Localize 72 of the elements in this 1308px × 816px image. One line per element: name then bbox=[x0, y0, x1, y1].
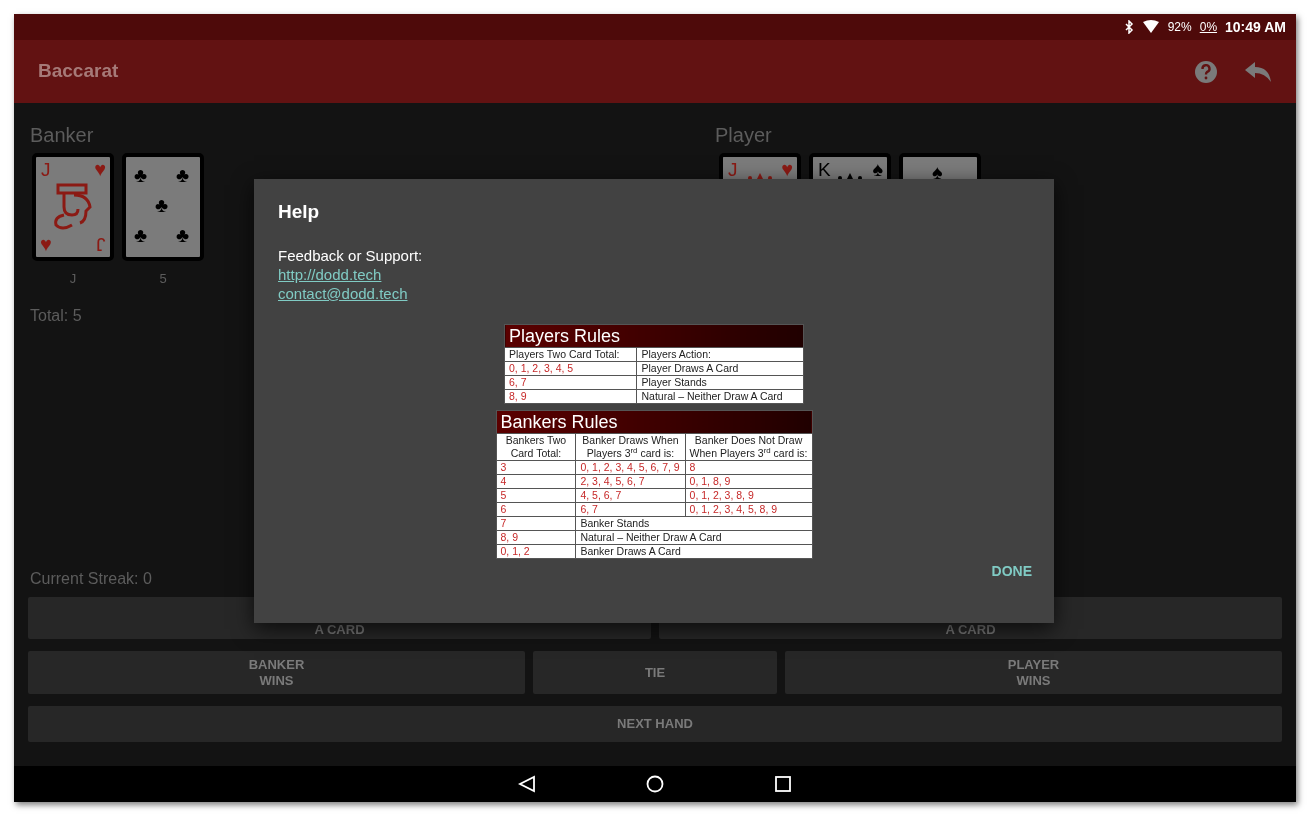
back-icon[interactable] bbox=[518, 775, 536, 793]
table-cell: 3 bbox=[496, 460, 576, 475]
table-cell: Player Stands bbox=[636, 375, 804, 390]
suit-symbol: ♣ bbox=[176, 165, 190, 185]
table-cell: 6, 7 bbox=[504, 375, 637, 390]
table-cell: 8, 9 bbox=[496, 530, 576, 545]
column-header: Banker Does Not Draw When Players 3$^{rd}$ card is: bbox=[685, 433, 812, 461]
king-figure-drawing bbox=[745, 173, 775, 179]
suit-symbol: ♣ bbox=[176, 225, 190, 245]
game-button[interactable]: NEXT HAND bbox=[28, 706, 1282, 742]
suit-symbol: ♣ bbox=[134, 165, 148, 185]
card-rank: J bbox=[728, 160, 738, 179]
wifi-icon bbox=[1141, 20, 1160, 34]
suit-symbol: ♣ bbox=[134, 225, 148, 245]
game-button[interactable]: BANKER WINS bbox=[28, 651, 525, 694]
feedback-label: Feedback or Support: bbox=[278, 245, 424, 265]
clock: 10:49 AM bbox=[1225, 17, 1286, 37]
table-title: Bankers Rules bbox=[496, 410, 812, 434]
table-cell: Natural – Neither Draw A Card bbox=[636, 389, 804, 404]
recents-icon[interactable] bbox=[774, 775, 792, 793]
table-cell: 8 bbox=[685, 460, 812, 475]
suit-symbol: ♠ bbox=[932, 162, 943, 182]
table-cell: 5 bbox=[496, 488, 576, 503]
app-title: Baccarat bbox=[38, 59, 120, 84]
table-cell: 7 bbox=[496, 516, 576, 531]
bluetooth-icon bbox=[1123, 20, 1134, 34]
column-header: Banker Draws When Players 3$^{rd}$ card is: bbox=[575, 433, 686, 461]
card-rank: J bbox=[95, 235, 105, 254]
battery-percent: 92% bbox=[1167, 19, 1192, 36]
link[interactable]: http://dodd.tech bbox=[278, 264, 382, 284]
table-cell: 0, 1, 8, 9 bbox=[685, 474, 812, 489]
table-cell: 2, 3, 4, 5, 6, 7 bbox=[575, 474, 686, 489]
table-cell: 0, 1, 2, 3, 4, 5 bbox=[504, 361, 637, 376]
game-button[interactable]: TIE bbox=[533, 651, 777, 694]
suit-symbol: ♥ bbox=[94, 159, 106, 179]
table-cell: Natural – Neither Draw A Card bbox=[575, 530, 812, 545]
table-cell: 4 bbox=[496, 474, 576, 489]
card-rank: J bbox=[41, 160, 51, 179]
card-label: J bbox=[68, 270, 78, 288]
banker-label: Banker bbox=[30, 123, 95, 147]
table-title: Players Rules bbox=[504, 324, 804, 348]
suit-symbol: ♠ bbox=[872, 159, 883, 179]
table-cell: Player Draws A Card bbox=[636, 361, 804, 376]
table-cell: 0, 1, 2, 3, 8, 9 bbox=[685, 488, 812, 503]
table-cell: 8, 9 bbox=[504, 389, 637, 404]
table-cell: Banker Draws A Card bbox=[575, 544, 812, 559]
table-cell: 0, 1, 2, 3, 4, 5, 8, 9 bbox=[685, 502, 812, 517]
suit-symbol: ♣ bbox=[155, 195, 169, 215]
home-icon[interactable] bbox=[646, 775, 664, 793]
column-header: Players Action: bbox=[636, 347, 804, 362]
done-button[interactable]: DONE bbox=[985, 560, 1038, 583]
card-label: 5 bbox=[158, 270, 168, 288]
game-button[interactable]: PLAYER WINS bbox=[785, 651, 1282, 694]
help-icon[interactable] bbox=[1194, 59, 1218, 84]
suit-symbol: ♥ bbox=[40, 234, 52, 254]
undo-icon[interactable] bbox=[1244, 59, 1272, 84]
table-cell: Banker Stands bbox=[575, 516, 812, 531]
streak-label: Current Streak: 0 bbox=[30, 569, 152, 589]
suit-symbol: ♥ bbox=[781, 159, 793, 179]
card-rank: K bbox=[818, 160, 831, 179]
column-header: Players Two Card Total: bbox=[504, 347, 637, 362]
column-header: Bankers Two Card Total: bbox=[496, 433, 576, 461]
data-usage: 0% bbox=[1199, 19, 1218, 36]
table-cell: 6 bbox=[496, 502, 576, 517]
table-cell: 4, 5, 6, 7 bbox=[575, 488, 686, 503]
table-cell: 6, 7 bbox=[575, 502, 686, 517]
player-label: Player bbox=[715, 123, 773, 147]
dialog-title: Help bbox=[278, 201, 321, 224]
table-cell: 0, 1, 2 bbox=[496, 544, 576, 559]
link[interactable]: contact@dodd.tech bbox=[278, 283, 408, 303]
total-label: Total: 5 bbox=[30, 305, 83, 326]
table-cell: 0, 1, 2, 3, 4, 5, 6, 7, 9 bbox=[575, 460, 686, 475]
